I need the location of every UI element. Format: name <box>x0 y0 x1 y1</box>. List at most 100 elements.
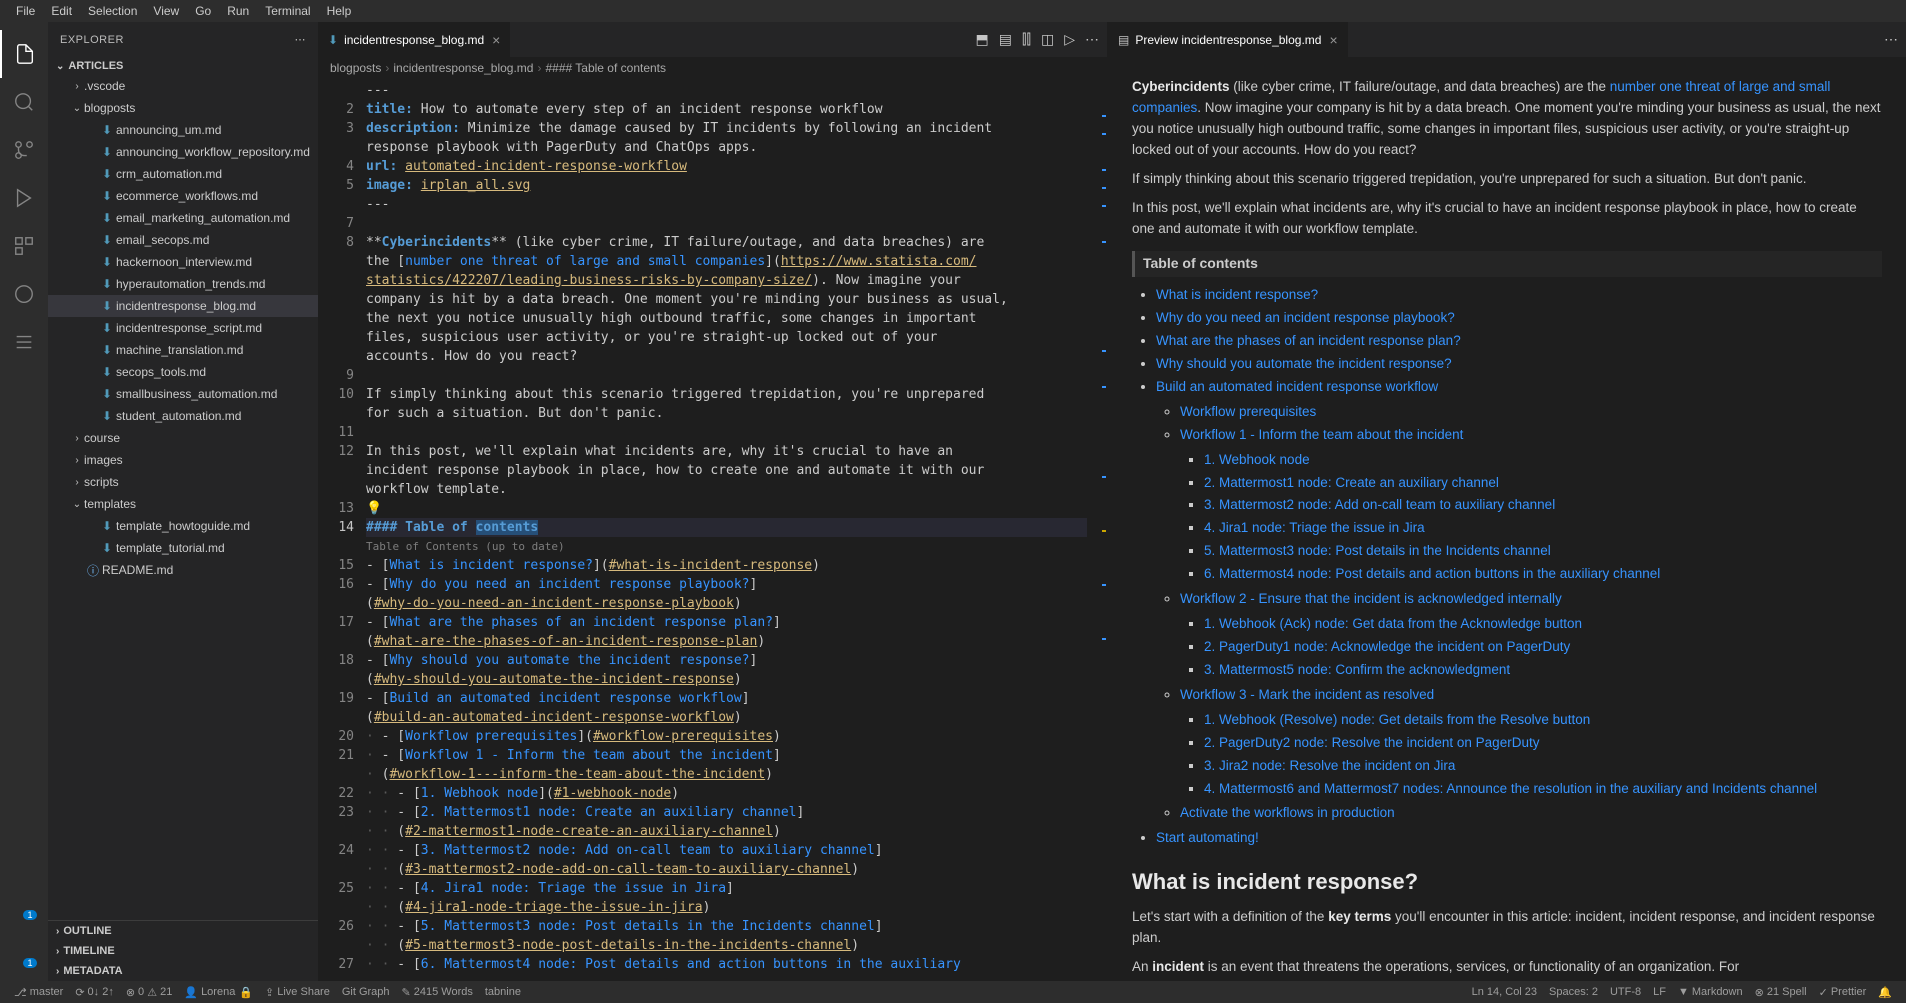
toc-link[interactable]: 3. Jira2 node: Resolve the incident on J… <box>1204 758 1455 773</box>
toc-link[interactable]: 5. Mattermost3 node: Post details in the… <box>1204 543 1551 558</box>
sidebar-root[interactable]: ⌄ARTICLES <box>48 57 318 75</box>
sb-user[interactable]: 👤Lorena🔒 <box>178 986 259 999</box>
more-icon[interactable]: ⋯ <box>295 33 307 46</box>
folder-templates[interactable]: ⌄templates <box>48 493 318 515</box>
section-timeline[interactable]: ›TIMELINE <box>48 941 318 961</box>
file-announcing_um.md[interactable]: ⬇announcing_um.md <box>48 119 318 141</box>
close-icon[interactable]: × <box>492 32 500 48</box>
file-machine_translation.md[interactable]: ⬇machine_translation.md <box>48 339 318 361</box>
toc-link[interactable]: 2. Mattermost1 node: Create an auxiliary… <box>1204 475 1499 490</box>
menu-file[interactable]: File <box>8 4 43 18</box>
toc-link[interactable]: Workflow 1 - Inform the team about the i… <box>1180 427 1463 442</box>
sb-lang[interactable]: ▼Markdown <box>1672 986 1749 999</box>
source-control-icon[interactable] <box>0 126 48 174</box>
folder-course[interactable]: ›course <box>48 427 318 449</box>
breadcrumb-item[interactable]: blogposts <box>330 61 381 75</box>
breadcrumb-item[interactable]: #### Table of contents <box>545 61 666 75</box>
toc-link[interactable]: 1. Webhook (Ack) node: Get data from the… <box>1204 616 1582 631</box>
more-icon[interactable]: ⋯ <box>1085 31 1099 48</box>
sb-tabnine[interactable]: tabnine <box>479 986 527 998</box>
sb-bell[interactable]: 🔔 <box>1872 986 1898 999</box>
diff-icon[interactable]: ⫿⫿ <box>1022 31 1031 48</box>
sb-branch[interactable]: ⎇master <box>8 986 69 999</box>
editor-body[interactable]: 2345789101112131415161718192021222324252… <box>318 79 1107 981</box>
layout-icon[interactable]: ◫ <box>1041 31 1054 48</box>
sb-spell[interactable]: ⊗21 Spell <box>1749 986 1813 999</box>
file-hackernoon_interview.md[interactable]: ⬇hackernoon_interview.md <box>48 251 318 273</box>
tab-source[interactable]: ⬇ incidentresponse_blog.md × <box>318 22 511 57</box>
search-icon[interactable] <box>0 78 48 126</box>
sb-eol[interactable]: LF <box>1647 986 1672 999</box>
section-metadata[interactable]: ›METADATA <box>48 961 318 981</box>
menu-help[interactable]: Help <box>319 4 360 18</box>
toc-link[interactable]: 1. Webhook (Resolve) node: Get details f… <box>1204 712 1590 727</box>
breadcrumbs[interactable]: blogposts›incidentresponse_blog.md›#### … <box>318 57 1107 79</box>
toc-link[interactable]: 1. Webhook node <box>1204 452 1310 467</box>
toc-link[interactable]: 4. Mattermost6 and Mattermost7 nodes: An… <box>1204 781 1817 796</box>
folder-blogposts[interactable]: ⌄blogposts <box>48 97 318 119</box>
toc-link[interactable]: Workflow 2 - Ensure that the incident is… <box>1180 591 1562 606</box>
file-incidentresponse_script.md[interactable]: ⬇incidentresponse_script.md <box>48 317 318 339</box>
toc-link[interactable]: Why should you automate the incident res… <box>1156 356 1452 371</box>
misc-icon[interactable] <box>0 318 48 366</box>
debug-icon[interactable] <box>0 174 48 222</box>
toc-link[interactable]: What are the phases of an incident respo… <box>1156 333 1461 348</box>
toc-link[interactable]: Workflow prerequisites <box>1180 404 1316 419</box>
menu-edit[interactable]: Edit <box>43 4 80 18</box>
menu-run[interactable]: Run <box>219 4 257 18</box>
sb-prettier[interactable]: ✓Prettier <box>1813 986 1873 999</box>
file-ecommerce_workflows.md[interactable]: ⬇ecommerce_workflows.md <box>48 185 318 207</box>
sb-sync[interactable]: ⟳0↓ 2↑ <box>69 986 120 999</box>
toc-link[interactable]: Start automating! <box>1156 830 1259 845</box>
preview-icon[interactable]: ▤ <box>999 31 1012 48</box>
sb-spaces[interactable]: Spaces: 2 <box>1543 986 1604 999</box>
folder-images[interactable]: ›images <box>48 449 318 471</box>
file-smallbusiness_automation.md[interactable]: ⬇smallbusiness_automation.md <box>48 383 318 405</box>
sb-gitgraph[interactable]: Git Graph <box>336 986 396 998</box>
sb-encoding[interactable]: UTF-8 <box>1604 986 1647 999</box>
extensions-icon[interactable] <box>0 222 48 270</box>
sb-problems[interactable]: ⊗0 ⚠21 <box>120 986 179 999</box>
badge2-icon[interactable]: 1 <box>0 933 48 981</box>
tab-preview[interactable]: ▤ Preview incidentresponse_blog.md × <box>1108 22 1349 57</box>
toc-link[interactable]: 4. Jira1 node: Triage the issue in Jira <box>1204 520 1425 535</box>
sb-wordcount[interactable]: ✎2415 Words <box>396 986 479 999</box>
file-announcing_workflow_repository.md[interactable]: ⬇announcing_workflow_repository.md <box>48 141 318 163</box>
badge-icon[interactable]: 1 <box>0 885 48 933</box>
file-hyperautomation_trends.md[interactable]: ⬇hyperautomation_trends.md <box>48 273 318 295</box>
breadcrumb-item[interactable]: incidentresponse_blog.md <box>393 61 533 75</box>
split-icon[interactable]: ⬒ <box>976 31 989 48</box>
run-icon[interactable]: ▷ <box>1064 31 1075 48</box>
explorer-icon[interactable] <box>0 30 48 78</box>
file-template_tutorial.md[interactable]: ⬇template_tutorial.md <box>48 537 318 559</box>
toc-link[interactable]: 2. PagerDuty1 node: Acknowledge the inci… <box>1204 639 1570 654</box>
toc-link[interactable]: Workflow 3 - Mark the incident as resolv… <box>1180 687 1434 702</box>
folder-scripts[interactable]: ›scripts <box>48 471 318 493</box>
close-icon[interactable]: × <box>1329 32 1337 48</box>
toc-link[interactable]: 3. Mattermost5 node: Confirm the acknowl… <box>1204 662 1510 677</box>
toc-link[interactable]: What is incident response? <box>1156 287 1318 302</box>
markdown-preview[interactable]: Cyberincidents (like cyber crime, IT fai… <box>1108 57 1906 981</box>
more-icon[interactable]: ⋯ <box>1884 31 1898 48</box>
menu-view[interactable]: View <box>145 4 187 18</box>
file-incidentresponse_blog.md[interactable]: ⬇incidentresponse_blog.md <box>48 295 318 317</box>
sb-liveshare[interactable]: ⇪Live Share <box>259 986 336 999</box>
menu-terminal[interactable]: Terminal <box>257 4 318 18</box>
minimap[interactable] <box>1087 79 1107 981</box>
file-template_howtoguide.md[interactable]: ⬇template_howtoguide.md <box>48 515 318 537</box>
file-student_automation.md[interactable]: ⬇student_automation.md <box>48 405 318 427</box>
toc-link[interactable]: Why do you need an incident response pla… <box>1156 310 1455 325</box>
folder-.vscode[interactable]: ›.vscode <box>48 75 318 97</box>
file-email_secops.md[interactable]: ⬇email_secops.md <box>48 229 318 251</box>
toc-link[interactable]: 6. Mattermost4 node: Post details and ac… <box>1204 566 1660 581</box>
sb-cursor[interactable]: Ln 14, Col 23 <box>1466 986 1543 999</box>
toc-link[interactable]: 3. Mattermost2 node: Add on-call team to… <box>1204 497 1555 512</box>
menu-selection[interactable]: Selection <box>80 4 145 18</box>
section-outline[interactable]: ›OUTLINE <box>48 921 318 941</box>
menu-go[interactable]: Go <box>187 4 219 18</box>
file-README.md[interactable]: ⓘREADME.md <box>48 559 318 581</box>
toc-link[interactable]: Build an automated incident response wor… <box>1156 379 1438 394</box>
toc-link[interactable]: 2. PagerDuty2 node: Resolve the incident… <box>1204 735 1539 750</box>
git-icon[interactable] <box>0 270 48 318</box>
file-email_marketing_automation.md[interactable]: ⬇email_marketing_automation.md <box>48 207 318 229</box>
